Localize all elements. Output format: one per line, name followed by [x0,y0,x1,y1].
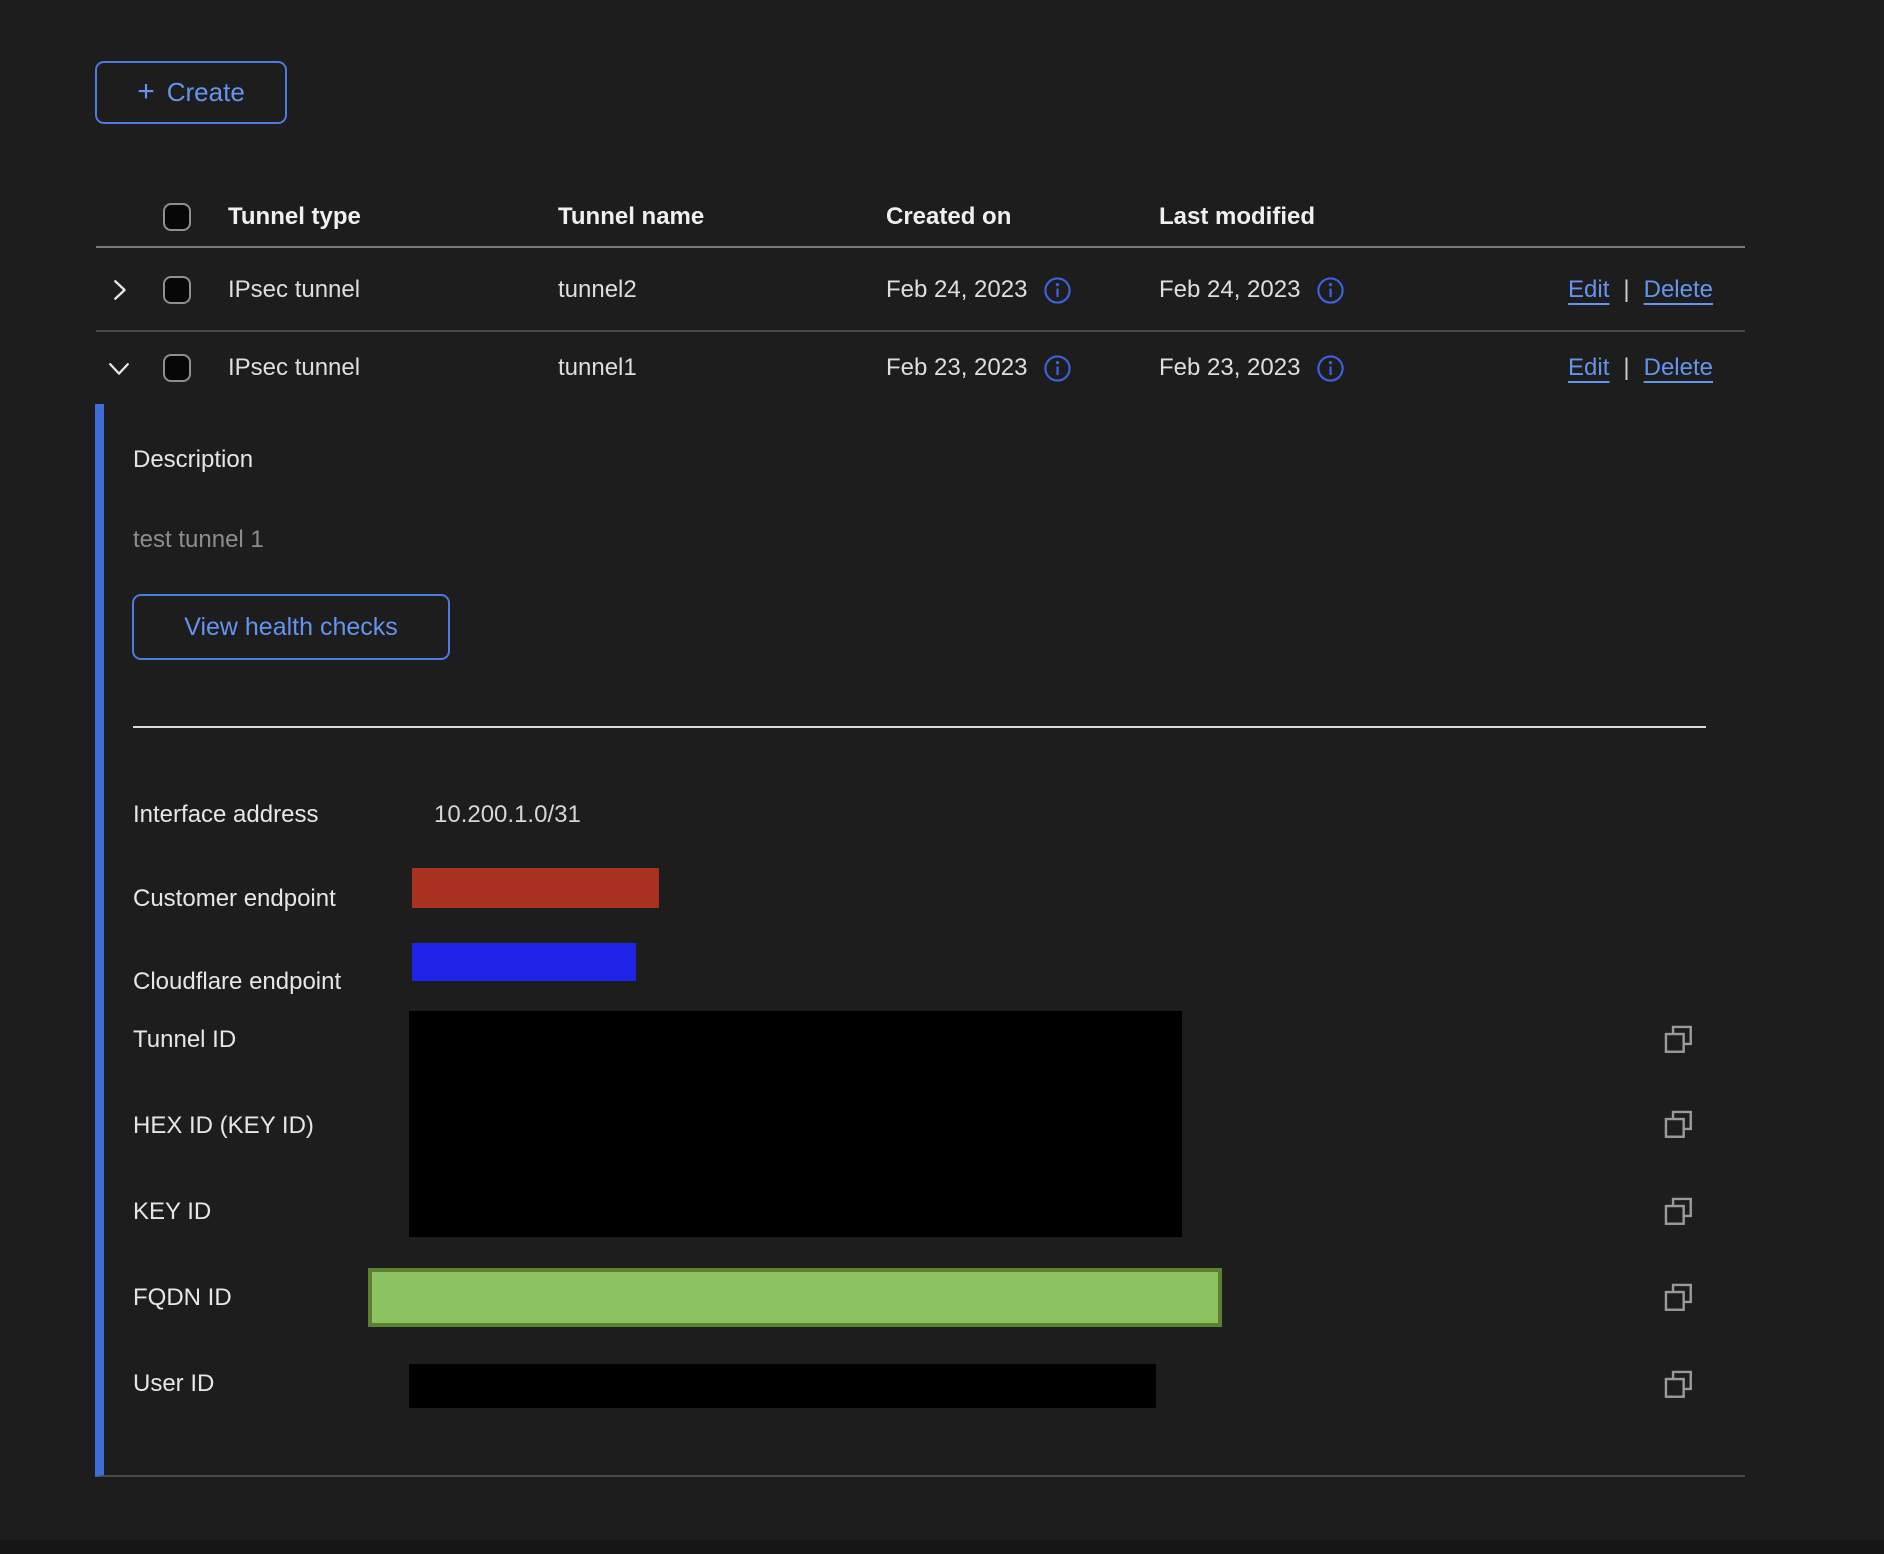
action-separator: | [1623,276,1629,304]
header-tunnel-type: Tunnel type [228,203,558,231]
delete-link[interactable]: Delete [1644,354,1713,382]
create-button[interactable]: + Create [95,61,287,124]
created-on-value: Feb 23, 2023 [886,354,1027,382]
expand-chevron-icon[interactable] [104,275,134,305]
view-health-checks-button[interactable]: View health checks [132,594,450,660]
copy-icon[interactable] [1660,1194,1696,1230]
header-tunnel-name: Tunnel name [558,203,886,231]
delete-link[interactable]: Delete [1644,276,1713,304]
customer-endpoint-label: Customer endpoint [133,885,336,913]
row-checkbox[interactable] [163,354,191,382]
copy-icon[interactable] [1660,1367,1696,1403]
table-row: IPsec tunnel tunnel1 Feb 23, 2023 Feb 23… [96,332,1745,404]
tunnel-type-value: IPsec tunnel [228,354,558,382]
interface-address-label: Interface address [133,801,318,829]
user-id-label: User ID [133,1370,214,1398]
table-header-row: Tunnel type Tunnel name Created on Last … [96,188,1745,248]
last-modified-value: Feb 24, 2023 [1159,276,1300,304]
last-modified-value: Feb 23, 2023 [1159,354,1300,382]
tunnel-detail-panel: Description test tunnel 1 View health ch… [95,404,1745,1477]
edit-link[interactable]: Edit [1568,276,1609,304]
user-id-redaction [409,1364,1156,1408]
info-icon[interactable] [1043,276,1072,305]
key-id-label: KEY ID [133,1198,211,1226]
fqdn-id-redaction [368,1268,1222,1327]
header-last-modified: Last modified [1159,203,1420,231]
interface-address-value: 10.200.1.0/31 [434,801,581,829]
copy-icon[interactable] [1660,1280,1696,1316]
header-created-on: Created on [886,203,1159,231]
action-separator: | [1623,354,1629,382]
info-icon[interactable] [1316,276,1345,305]
ids-redaction [409,1011,1182,1237]
cloudflare-endpoint-label: Cloudflare endpoint [133,968,341,996]
hex-id-label: HEX ID (KEY ID) [133,1112,314,1140]
row-checkbox[interactable] [163,276,191,304]
info-icon[interactable] [1316,354,1345,383]
description-value: test tunnel 1 [133,526,264,554]
customer-endpoint-redaction [412,868,659,908]
section-divider [133,726,1706,728]
tunnel-type-value: IPsec tunnel [228,276,558,304]
description-label: Description [133,446,253,474]
plus-icon: + [137,77,155,107]
fqdn-id-label: FQDN ID [133,1284,232,1312]
table-row: IPsec tunnel tunnel2 Feb 24, 2023 Feb 24… [96,250,1745,332]
tunnel-id-label: Tunnel ID [133,1026,236,1054]
info-icon[interactable] [1043,354,1072,383]
created-on-value: Feb 24, 2023 [886,276,1027,304]
select-all-checkbox[interactable] [163,203,191,231]
cloudflare-endpoint-redaction [412,943,636,981]
copy-icon[interactable] [1660,1022,1696,1058]
collapse-chevron-icon[interactable] [104,353,134,383]
create-button-label: Create [167,77,245,108]
tunnel-name-value: tunnel1 [558,354,886,382]
bottom-edge-strip [0,1540,1884,1554]
edit-link[interactable]: Edit [1568,354,1609,382]
copy-icon[interactable] [1660,1107,1696,1143]
tunnel-name-value: tunnel2 [558,276,886,304]
tunnels-page: + Create Tunnel type Tunnel name Created… [0,0,1884,1554]
